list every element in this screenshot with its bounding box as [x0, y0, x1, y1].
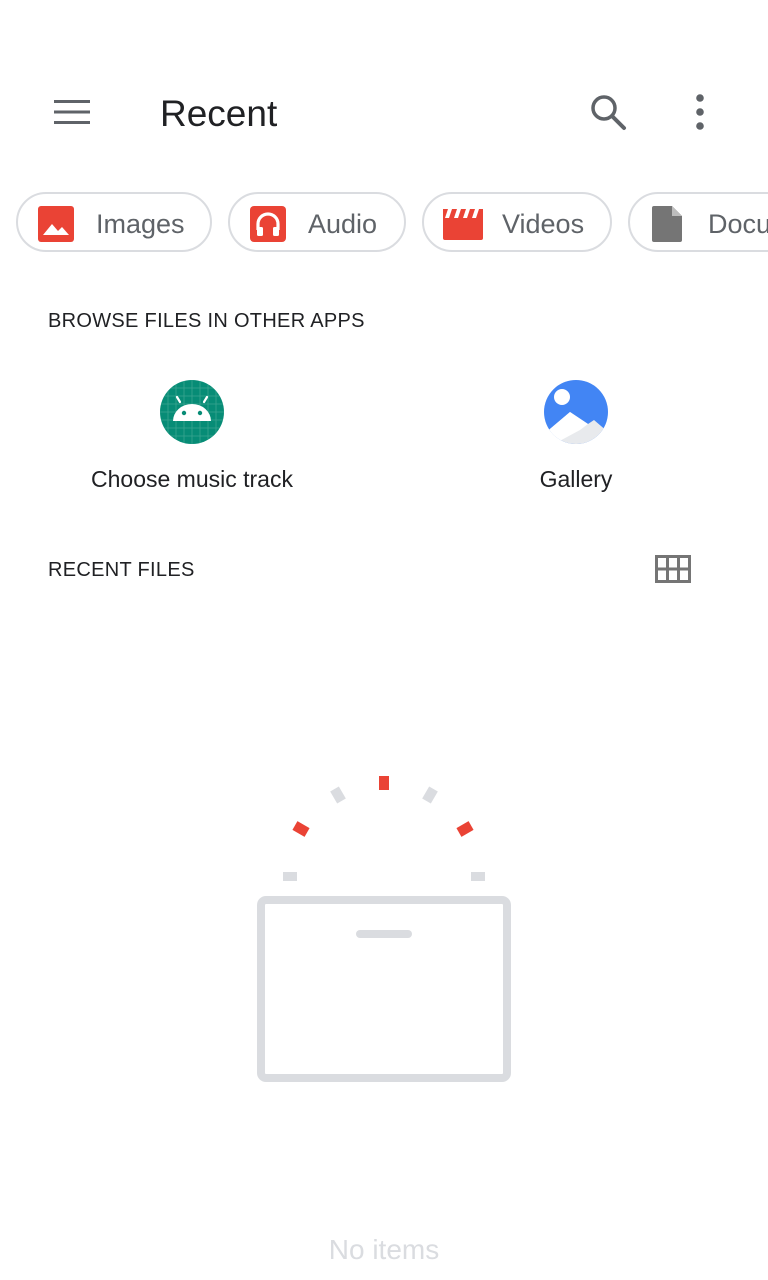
recent-files-title: RECENT FILES	[48, 559, 195, 581]
chip-label: Audio	[308, 209, 378, 239]
grid-view-icon	[655, 555, 691, 583]
search-icon	[591, 95, 626, 130]
chip-label: Docu	[708, 209, 768, 239]
top-app-bar: Recent	[0, 56, 768, 168]
chip-images[interactable]: Images	[16, 192, 212, 252]
chip-documents[interactable]: Docu	[628, 192, 768, 252]
search-button[interactable]	[580, 84, 636, 140]
grid-view-button[interactable]	[646, 544, 700, 594]
chip-label: Images	[96, 209, 185, 239]
empty-state-text: No items	[328, 1234, 440, 1265]
app-gallery[interactable]: Gallery	[426, 380, 726, 493]
movie-clapper-icon	[443, 209, 483, 240]
menu-button[interactable]	[44, 84, 100, 140]
more-options-button[interactable]	[672, 84, 728, 140]
app-label: Gallery	[539, 466, 613, 492]
chip-videos[interactable]: Videos	[422, 192, 612, 252]
image-icon	[38, 206, 74, 242]
gallery-icon	[544, 380, 608, 444]
android-icon	[160, 380, 224, 444]
empty-box-illustration	[257, 776, 511, 1082]
headphones-icon	[250, 206, 286, 242]
app-choose-music-track[interactable]: Choose music track	[42, 380, 342, 493]
hamburger-menu-icon	[54, 100, 90, 124]
chip-audio[interactable]: Audio	[228, 192, 406, 252]
file-type-chips: Images Audio Videos Docu	[0, 192, 768, 256]
app-label: Choose music track	[91, 466, 293, 492]
page-title: Recent	[160, 93, 278, 134]
chip-label: Videos	[502, 209, 585, 239]
document-icon	[652, 206, 682, 242]
more-vert-icon	[696, 94, 704, 130]
browse-section-title: BROWSE FILES IN OTHER APPS	[48, 310, 365, 332]
documents-ui-recent: Recent Images Audio Videos Docu BROWSE F…	[0, 0, 768, 1280]
